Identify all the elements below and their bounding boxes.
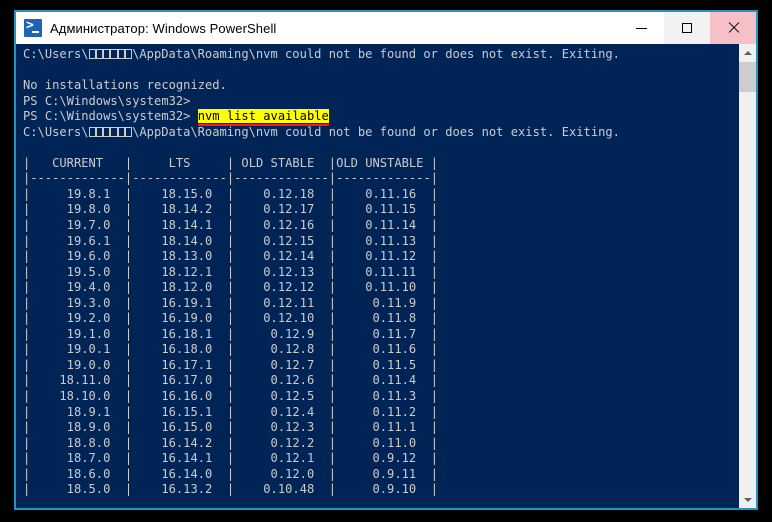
scrollbar-thumb[interactable] [739, 62, 756, 92]
table-row: | 18.10.0 | 16.16.0 | 0.12.5 | 0.11.3 | [23, 389, 439, 404]
close-button[interactable] [710, 12, 756, 44]
minimize-icon [635, 27, 647, 29]
table-row: | 18.6.0 | 16.14.0 | 0.12.0 | 0.9.11 | [23, 466, 439, 481]
table-row: | 19.8.0 | 18.14.2 | 0.12.17 | 0.11.15 | [23, 202, 439, 217]
window-title: Администратор: Windows PowerShell [50, 20, 277, 36]
table-row: | 18.8.0 | 16.14.2 | 0.12.2 | 0.11.0 | [23, 435, 439, 450]
unrenderable-glyph [124, 49, 133, 59]
table-row: | 18.9.1 | 16.15.1 | 0.12.4 | 0.11.2 | [23, 404, 439, 419]
table-row: | 19.8.1 | 18.15.0 | 0.12.18 | 0.11.16 | [23, 186, 439, 201]
table-row: | 18.9.0 | 16.15.0 | 0.12.3 | 0.11.1 | [23, 420, 439, 435]
powershell-icon [24, 18, 42, 37]
console-output[interactable]: C:\Users\ \AppData\Roaming\nvm could not … [16, 44, 738, 508]
console-line-status: No installations recognized. [23, 78, 227, 93]
table-row: | 19.7.0 | 18.14.1 | 0.12.16 | 0.11.14 | [23, 218, 439, 233]
table-header-row: | CURRENT | LTS | OLD STABLE |OLD UNSTAB… [23, 155, 439, 170]
console-line-prompt: PS C:\Windows\system32> [23, 93, 191, 108]
scrollbar-track[interactable] [739, 61, 756, 491]
desktop-background: Администратор: Windows PowerShell C:\Use… [0, 0, 772, 522]
console-line-error: C:\Users\ \AppData\Roaming\nvm could not … [23, 47, 620, 61]
table-row: | 19.3.0 | 16.19.1 | 0.12.11 | 0.11.9 | [23, 295, 439, 310]
table-row: | 19.4.0 | 18.12.0 | 0.12.12 | 0.11.10 | [23, 280, 439, 295]
table-row: | 19.1.0 | 16.18.1 | 0.12.9 | 0.11.7 | [23, 326, 439, 341]
unrenderable-glyph [95, 49, 104, 59]
minimize-button[interactable] [618, 12, 664, 44]
table-row: | 19.6.1 | 18.14.0 | 0.12.15 | 0.11.13 | [23, 233, 439, 248]
table-row: | 19.0.1 | 16.18.0 | 0.12.8 | 0.11.6 | [23, 342, 439, 357]
unrenderable-glyph [117, 126, 125, 137]
unrenderable-glyph [117, 49, 125, 59]
unrenderable-glyph [103, 49, 111, 59]
unrenderable-glyph [88, 126, 96, 137]
table-row: | 19.6.0 | 18.13.0 | 0.12.14 | 0.11.12 | [23, 249, 439, 264]
window-titlebar[interactable]: Администратор: Windows PowerShell [16, 12, 756, 44]
scroll-down-arrow-icon[interactable] [739, 491, 756, 508]
console-line-command: PS C:\Windows\system32> nvm list availab… [23, 109, 329, 124]
table-row: | 19.2.0 | 16.19.0 | 0.12.10 | 0.11.8 | [23, 311, 439, 326]
table-row: | 19.0.0 | 16.17.1 | 0.12.7 | 0.11.5 | [23, 357, 439, 372]
console-area: C:\Users\ \AppData\Roaming\nvm could not … [16, 44, 756, 508]
powershell-window: Администратор: Windows PowerShell C:\Use… [14, 10, 758, 510]
console-line-error: C:\Users\ \AppData\Roaming\nvm could not … [23, 124, 620, 139]
unrenderable-glyph [110, 49, 118, 59]
table-separator-row: |-------------|-------------|-----------… [23, 171, 439, 186]
table-row: | 18.7.0 | 16.14.1 | 0.12.1 | 0.9.12 | [23, 451, 439, 466]
unrenderable-glyph [88, 49, 96, 59]
scroll-up-arrow-icon[interactable] [739, 44, 756, 61]
unrenderable-glyph [95, 126, 104, 137]
red-underline-annotation [197, 124, 329, 127]
typed-command: nvm list available [197, 109, 329, 124]
console-scrollbar[interactable] [738, 44, 756, 508]
close-icon [727, 22, 739, 34]
table-row: | 18.5.0 | 16.13.2 | 0.10.48 | 0.9.10 | [23, 482, 439, 497]
unrenderable-glyph [124, 126, 133, 137]
maximize-icon [682, 23, 692, 33]
unrenderable-glyph [103, 126, 111, 137]
maximize-button[interactable] [664, 12, 710, 44]
window-controls [618, 12, 756, 44]
table-row: | 19.5.0 | 18.12.1 | 0.12.13 | 0.11.11 | [23, 264, 439, 279]
table-row: | 18.11.0 | 16.17.0 | 0.12.6 | 0.11.4 | [23, 373, 439, 388]
unrenderable-glyph [110, 126, 118, 137]
